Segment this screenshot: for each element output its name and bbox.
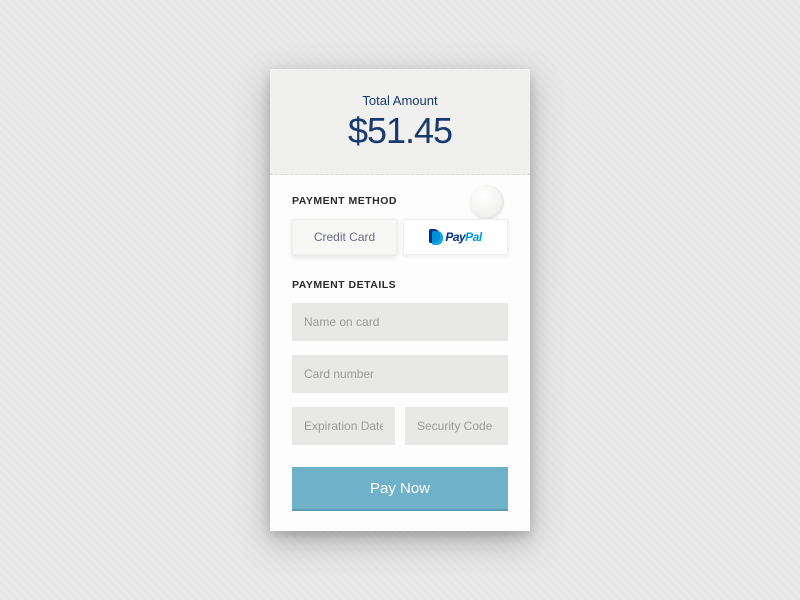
tab-paypal[interactable]: PayPal: [403, 219, 508, 255]
payment-details-label: PAYMENT DETAILS: [292, 279, 508, 291]
paypal-logo: PayPal: [429, 229, 481, 245]
total-amount: $51.45: [290, 110, 510, 152]
pay-now-button[interactable]: Pay Now: [292, 467, 508, 509]
paypal-text: PayPal: [445, 230, 481, 244]
card-body: PAYMENT METHOD Credit Card PayPal PAYMEN…: [270, 175, 530, 531]
tab-credit-card[interactable]: Credit Card: [292, 219, 397, 255]
tab-credit-card-label: Credit Card: [314, 230, 375, 244]
loading-indicator: [470, 185, 504, 219]
expiration-date-input[interactable]: [292, 407, 395, 445]
total-label: Total Amount: [290, 93, 510, 108]
name-on-card-input[interactable]: [292, 303, 508, 341]
payment-method-tabs: Credit Card PayPal: [292, 219, 508, 255]
expiry-cvv-row: [292, 407, 508, 459]
total-header: Total Amount $51.45: [270, 69, 530, 175]
paypal-p-icon: [429, 229, 443, 245]
security-code-input[interactable]: [405, 407, 508, 445]
checkout-card: Total Amount $51.45 PAYMENT METHOD Credi…: [270, 69, 530, 531]
card-number-input[interactable]: [292, 355, 508, 393]
